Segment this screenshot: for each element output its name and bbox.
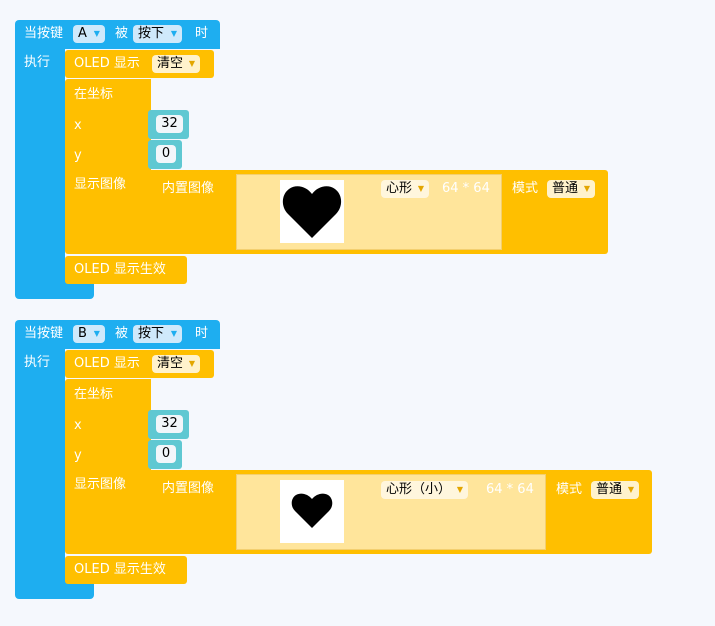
event-prefix-label: 当按键	[24, 26, 64, 41]
oled-mode-dropdown[interactable]: 清空 ▼	[152, 55, 201, 73]
image-name-value: 心形（小）	[386, 482, 452, 497]
do-label: 执行	[24, 55, 51, 70]
action-value: 按下	[138, 26, 165, 41]
oled-apply-label: OLED 显示生效	[74, 562, 166, 577]
dropdown-arrow-icon: ▼	[170, 29, 178, 38]
oled-mode-dropdown[interactable]: 清空 ▼	[152, 355, 201, 373]
heart-small-icon	[291, 493, 333, 528]
oled-mode-value: 清空	[157, 356, 184, 371]
mode-label: 模式	[556, 482, 583, 497]
y-label: y	[74, 148, 82, 163]
dropdown-arrow-icon: ▼	[417, 184, 425, 193]
image-size-label: 64 * 64	[486, 482, 534, 497]
mode-value: 普通	[596, 482, 623, 497]
dropdown-arrow-icon: ▼	[583, 184, 591, 193]
dropdown-arrow-icon: ▼	[627, 485, 635, 494]
oled-apply-label: OLED 显示生效	[74, 262, 166, 277]
y-label: y	[74, 448, 82, 463]
dropdown-arrow-icon: ▼	[188, 359, 196, 368]
mode-dropdown[interactable]: 普通 ▼	[547, 180, 596, 198]
x-label: x	[74, 418, 82, 433]
event-left-bar-b	[15, 348, 65, 580]
dropdown-arrow-icon: ▼	[93, 29, 100, 38]
mode-value: 普通	[552, 181, 579, 196]
mode-label: 模式	[512, 181, 539, 196]
show-image-label: 显示图像	[74, 177, 127, 192]
dropdown-arrow-icon: ▼	[93, 329, 100, 338]
key-dropdown-b[interactable]: B ▼	[73, 325, 105, 343]
image-size-label: 64 * 64	[442, 181, 490, 196]
image-at-coord-block[interactable]	[65, 379, 151, 554]
builtin-image-label: 内置图像	[162, 181, 215, 196]
image-name-value: 心形	[386, 181, 413, 196]
event-mid-label: 被	[115, 26, 129, 41]
mode-dropdown[interactable]: 普通 ▼	[591, 481, 640, 499]
dropdown-arrow-icon: ▼	[188, 59, 196, 68]
at-coord-label: 在坐标	[74, 387, 114, 402]
action-value: 按下	[138, 326, 165, 341]
event-prefix-label: 当按键	[24, 326, 64, 341]
x-label: x	[74, 118, 82, 133]
event-mid-label: 被	[115, 326, 129, 341]
builtin-image-label: 内置图像	[162, 481, 215, 496]
x-number-field[interactable]: 32	[156, 415, 183, 433]
oled-show-label: OLED 显示	[74, 56, 140, 71]
y-number-field[interactable]: 0	[156, 145, 176, 163]
dropdown-arrow-icon: ▼	[170, 329, 178, 338]
x-number-field[interactable]: 32	[156, 115, 183, 133]
show-image-label: 显示图像	[74, 477, 127, 492]
key-dropdown-a[interactable]: A ▼	[73, 25, 105, 43]
y-number-field[interactable]: 0	[156, 445, 176, 463]
dropdown-arrow-icon: ▼	[456, 485, 464, 494]
image-at-coord-block[interactable]	[65, 79, 151, 254]
action-dropdown-a[interactable]: 按下 ▼	[133, 25, 183, 43]
oled-show-label: OLED 显示	[74, 356, 140, 371]
at-coord-label: 在坐标	[74, 87, 114, 102]
event-left-bar-a	[15, 48, 65, 280]
do-label: 执行	[24, 355, 51, 370]
event-suffix-label: 时	[195, 326, 209, 341]
image-preview	[280, 180, 344, 243]
image-preview	[280, 480, 344, 543]
action-dropdown-b[interactable]: 按下 ▼	[133, 325, 183, 343]
image-name-dropdown[interactable]: 心形 ▼	[381, 180, 430, 198]
oled-mode-value: 清空	[157, 56, 184, 71]
key-value: A	[78, 26, 87, 41]
heart-icon	[282, 186, 342, 238]
key-value: B	[78, 326, 87, 341]
image-name-dropdown[interactable]: 心形（小） ▼	[381, 481, 469, 499]
event-suffix-label: 时	[195, 26, 209, 41]
